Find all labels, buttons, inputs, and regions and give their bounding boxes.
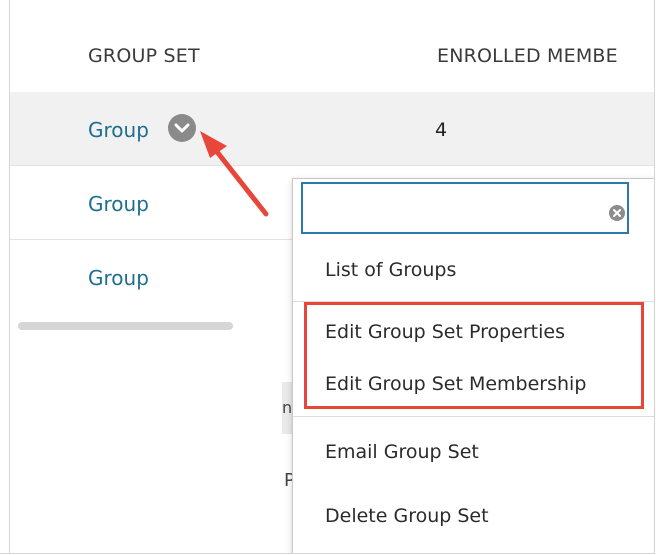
column-header-enrolled-members[interactable]: ENROLLED MEMBE [437,45,618,67]
column-header-group-set[interactable]: GROUP SET [88,45,200,67]
background-text-fragment: P [284,470,292,491]
group-set-link[interactable]: Group [88,192,149,216]
table-header: GROUP SET ENROLLED MEMBE [10,0,654,93]
background-text-fragment: n [282,382,292,434]
menu-item-delete-group-set[interactable]: Delete Group Set [325,505,489,527]
group-set-link[interactable]: Group [88,266,149,290]
clear-icon[interactable] [609,205,625,221]
menu-divider [293,416,654,417]
horizontal-scrollbar[interactable] [18,322,233,330]
menu-item-edit-group-set-membership[interactable]: Edit Group Set Membership [325,373,586,395]
group-set-link[interactable]: Group [88,118,149,142]
chevron-down-icon[interactable] [168,114,196,142]
group-set-menu: List of Groups Edit Group Set Properties… [292,178,654,553]
table-row: Group 4 [10,92,654,166]
menu-item-list-of-groups[interactable]: List of Groups [325,259,456,281]
menu-divider [293,301,654,302]
menu-item-edit-group-set-properties[interactable]: Edit Group Set Properties [325,321,565,343]
menu-search-box [301,182,629,234]
enrolled-count: 4 [435,119,448,141]
menu-item-email-group-set[interactable]: Email Group Set [325,441,479,463]
menu-search-input[interactable] [311,192,595,226]
page-frame: GROUP SET ENROLLED MEMBE Group 4 Group G… [0,0,655,554]
